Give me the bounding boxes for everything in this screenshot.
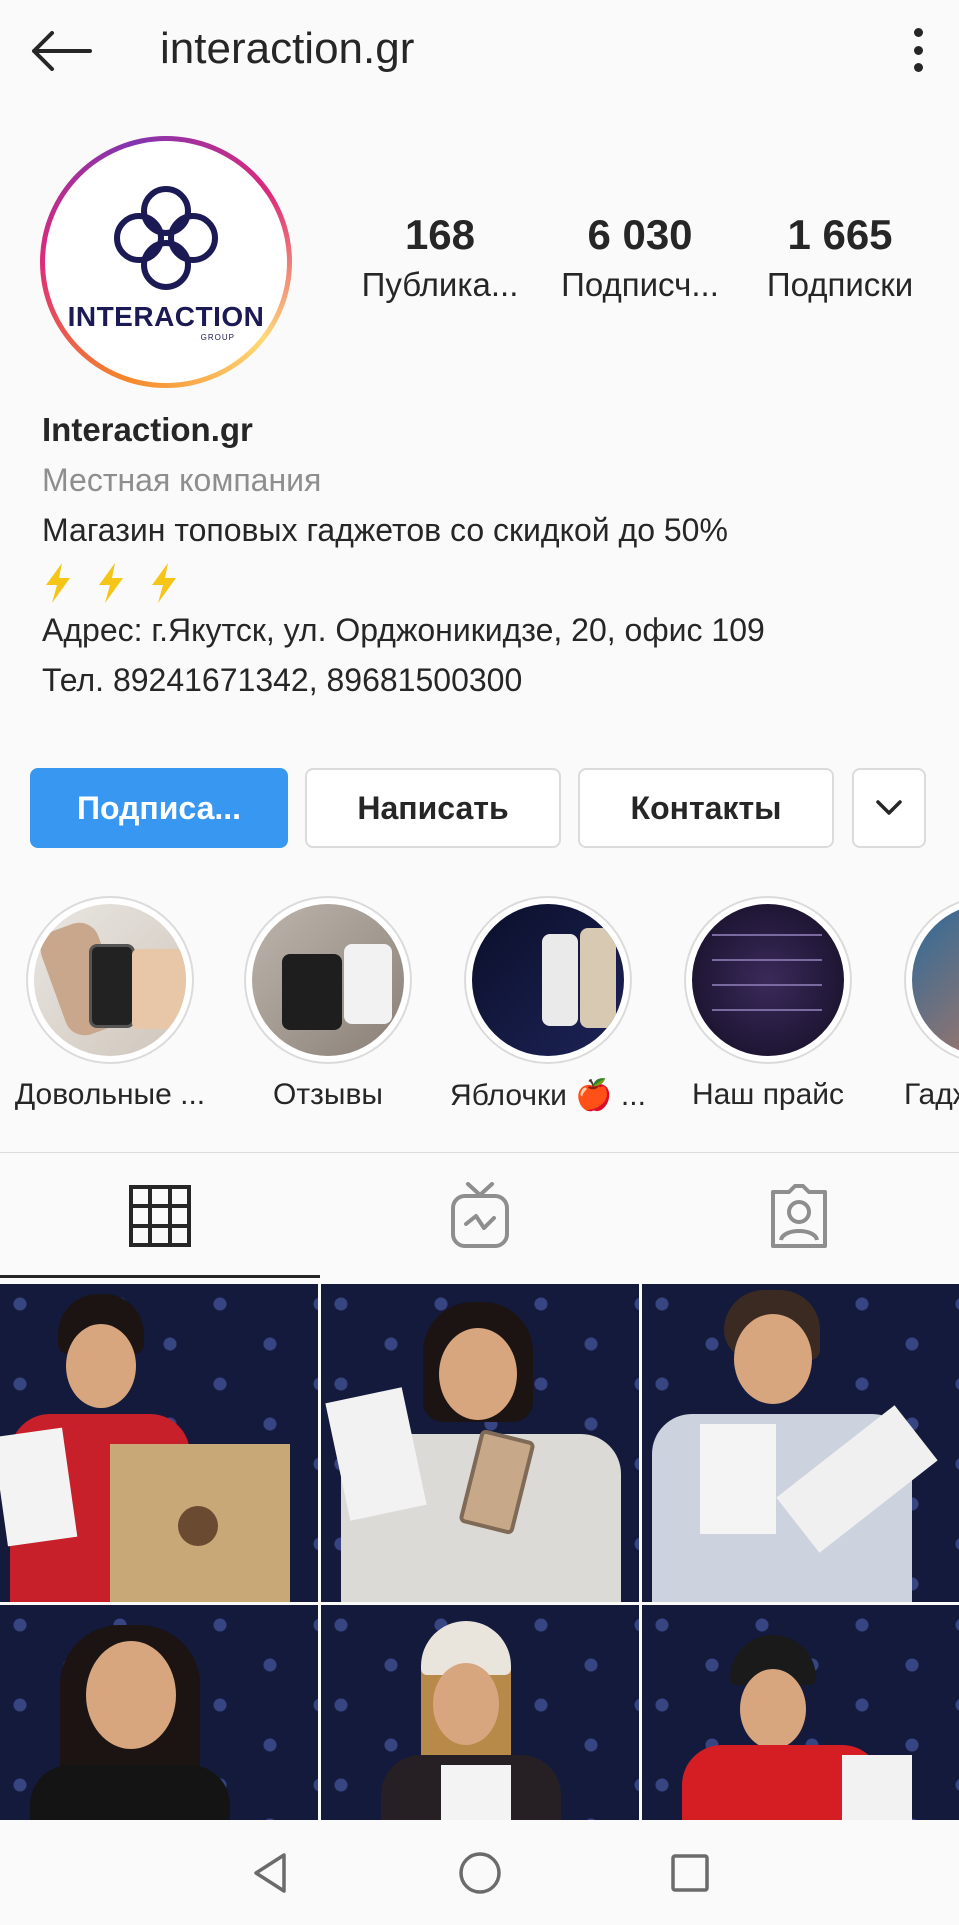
stat-label: Публика... — [361, 266, 519, 303]
contacts-button[interactable]: Контакты — [578, 768, 834, 848]
post-thumbnail[interactable] — [642, 1284, 959, 1602]
back-button[interactable] — [28, 26, 94, 76]
bio-address: Адрес: г.Якутск, ул. Орджоникидзе, 20, о… — [42, 612, 765, 648]
lightning-icon — [42, 562, 74, 603]
highlight-item[interactable]: Гадж — [878, 896, 959, 1112]
arrow-left-icon — [32, 31, 92, 71]
profile-stats: 168 Публика... 6 030 Подписч... 1 665 По… — [340, 210, 940, 310]
triangle-back-icon — [253, 1852, 286, 1893]
person-head — [86, 1641, 176, 1749]
page-title: interaction.gr — [160, 24, 415, 73]
highlight-cover — [912, 904, 959, 1056]
highlight-ring — [904, 896, 959, 1064]
top-bar: interaction.gr — [0, 0, 959, 104]
system-back-button[interactable] — [240, 1843, 300, 1903]
highlight-cover — [252, 904, 404, 1056]
stat-value: 168 — [404, 211, 476, 258]
lightning-icon — [148, 562, 180, 603]
stat-followers[interactable]: 6 030 Подписч... — [540, 210, 740, 310]
grid-icon — [128, 1184, 191, 1247]
person-head — [433, 1663, 499, 1745]
posts-grid — [0, 1284, 959, 1820]
document-prop — [700, 1424, 776, 1534]
square-recents-icon — [670, 1853, 709, 1892]
post-thumbnail[interactable] — [0, 1605, 318, 1820]
post-thumbnail[interactable] — [642, 1605, 959, 1820]
roborock-logo-icon — [178, 1506, 218, 1546]
story-highlights: Довольные ... Отзывы Яблочки 🍎 ... Наш п… — [0, 896, 959, 1116]
follow-button[interactable]: Подписа... — [30, 768, 288, 848]
highlight-item[interactable]: Наш прайс — [658, 896, 878, 1112]
system-home-button[interactable] — [450, 1843, 510, 1903]
stat-value: 6 030 — [587, 211, 693, 258]
system-nav-bar — [0, 1820, 959, 1925]
highlight-label: Наш прайс — [691, 1078, 845, 1111]
lightning-icon — [95, 562, 127, 603]
highlight-item[interactable]: Довольные ... — [0, 896, 220, 1112]
clover-logo-icon — [114, 185, 218, 290]
highlight-label: Яблочки 🍎 ... — [450, 1079, 646, 1112]
profile-actions: Подписа... Написать Контакты — [30, 768, 930, 848]
highlight-label: Довольные ... — [14, 1078, 206, 1111]
document-prop — [842, 1755, 912, 1820]
post-thumbnail[interactable] — [0, 1284, 318, 1602]
profile-avatar[interactable]: INTERACTION GROUP — [40, 136, 292, 388]
highlight-item[interactable]: Яблочки 🍎 ... — [438, 896, 658, 1113]
post-thumbnail[interactable] — [321, 1605, 639, 1820]
tab-igtv[interactable] — [320, 1153, 640, 1278]
avatar-logo: INTERACTION GROUP — [51, 147, 281, 377]
person-head — [734, 1314, 812, 1404]
dot — [913, 63, 923, 72]
dot — [913, 45, 923, 55]
chevron-down-icon — [876, 800, 902, 815]
profile-category[interactable]: Местная компания — [42, 455, 942, 505]
tab-grid[interactable] — [0, 1153, 320, 1278]
highlight-ring — [26, 896, 194, 1064]
stat-label: Подписки — [766, 266, 914, 303]
profile-name: Interaction.gr — [42, 411, 253, 448]
highlight-cover — [472, 904, 624, 1056]
avatar-inner: INTERACTION GROUP — [45, 141, 287, 383]
bio-text: Магазин топовых гаджетов со скидкой до 5… — [42, 512, 728, 548]
highlight-item[interactable]: Отзывы — [218, 896, 438, 1112]
highlight-cover — [34, 904, 186, 1056]
logo-subtext: GROUP — [200, 332, 235, 342]
stat-posts[interactable]: 168 Публика... — [340, 210, 540, 310]
profile-tabs — [0, 1152, 959, 1278]
tab-tagged[interactable] — [639, 1153, 959, 1278]
highlight-ring — [244, 896, 412, 1064]
person-figure — [30, 1765, 230, 1820]
person-head — [439, 1328, 517, 1420]
person-head — [740, 1669, 806, 1749]
highlight-ring — [684, 896, 852, 1064]
circle-home-icon — [458, 1851, 501, 1894]
highlight-label: Отзывы — [273, 1078, 383, 1111]
stat-label: Подписч... — [561, 266, 719, 303]
stat-value: 1 665 — [787, 211, 893, 258]
system-recents-button[interactable] — [660, 1843, 720, 1903]
stat-following[interactable]: 1 665 Подписки — [740, 210, 940, 310]
logo-text: INTERACTION — [67, 300, 265, 332]
post-thumbnail[interactable] — [321, 1284, 639, 1602]
bio-phone[interactable]: Тел. 89241671342, 89681500300 — [42, 655, 942, 705]
message-button[interactable]: Написать — [305, 768, 561, 848]
profile-bio: Interaction.gr Местная компания Магазин … — [42, 405, 942, 705]
highlight-cover — [692, 904, 844, 1056]
bio-emoji — [42, 555, 942, 605]
person-head — [66, 1324, 136, 1408]
dot — [913, 28, 923, 37]
highlight-ring — [464, 896, 632, 1064]
more-options-button[interactable] — [903, 20, 933, 80]
suggestions-button[interactable] — [852, 768, 926, 848]
document-prop — [441, 1765, 511, 1820]
highlight-label: Гадж — [904, 1078, 959, 1111]
tagged-person-icon — [771, 1183, 828, 1248]
igtv-icon — [450, 1181, 509, 1248]
